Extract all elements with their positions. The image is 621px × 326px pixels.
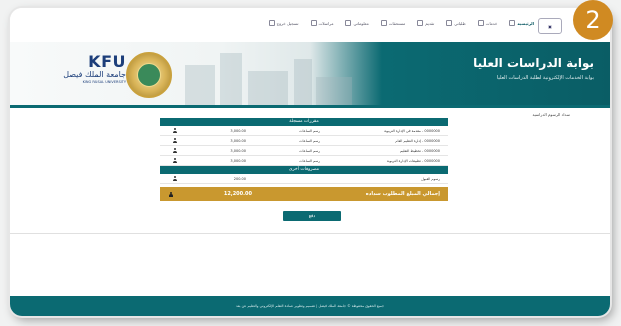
total-amount: 12,200.00: [223, 191, 252, 197]
nav-item-requests[interactable]: طلباتي: [446, 20, 466, 26]
browser-window: ▣ الرئيسية خدمات طلباتي تقديم مستحقات مع…: [10, 8, 610, 316]
logout-icon: [268, 20, 275, 26]
kfu-logo-text: KFU جامعة الملك فيصل KING FAISAL UNIVERS…: [63, 52, 126, 85]
top-nav: ▣ الرئيسية خدمات طلباتي تقديم مستحقات مع…: [10, 8, 610, 43]
person-icon: [173, 128, 178, 133]
total-label: إجمالي المبلغ المطلوب سداده: [365, 191, 440, 197]
breadcrumb[interactable]: سداد الرسوم الدراسية: [533, 112, 571, 117]
step-badge: 2: [573, 0, 613, 40]
user-icon: [345, 20, 352, 26]
list-icon: [446, 20, 453, 26]
total-row: إجمالي المبلغ المطلوب سداده 12,200.00: [160, 187, 448, 201]
nav-item-messages[interactable]: مراسلات: [310, 20, 333, 26]
table-row: 0000000 - مقدمة في الإدارة التربوية رسم …: [160, 126, 448, 136]
mail-icon: [310, 20, 317, 26]
form-icon: [417, 20, 424, 26]
divider: [10, 233, 610, 234]
nav-item-logout[interactable]: تسجيل خروج: [268, 20, 299, 26]
footer: جميع الحقوق محفوظة © جامعة الملك فيصل | …: [10, 296, 610, 316]
person-icon: [173, 176, 178, 181]
table-row: 0000000 - تطبيقات الإدارة التربوية رسم ا…: [160, 156, 448, 166]
money-icon: [380, 20, 387, 26]
table-row: رسوم القبول 200.00: [160, 174, 448, 184]
pay-button[interactable]: دفع: [283, 211, 341, 221]
fees-table: مقررات مسجلة 0000000 - مقدمة في الإدارة …: [160, 118, 448, 201]
nav-item-services[interactable]: خدمات: [477, 20, 497, 26]
kfu-seal-icon: [126, 52, 172, 98]
banner-stripe: [10, 105, 610, 108]
header-banner: KFU جامعة الملك فيصل KING FAISAL UNIVERS…: [10, 42, 610, 105]
home-icon: [509, 20, 516, 26]
grid-icon: [477, 20, 484, 26]
nav-item-home[interactable]: الرئيسية: [509, 20, 534, 26]
nav-item-apply[interactable]: تقديم: [417, 20, 434, 26]
nav-item-dues[interactable]: مستحقات: [380, 20, 405, 26]
portal-subtitle: بوابة الخدمات الإلكترونية لطلبة الدراسات…: [496, 75, 594, 81]
person-icon: [169, 191, 174, 197]
registered-courses-header: مقررات مسجلة: [160, 118, 448, 126]
person-icon: [173, 158, 178, 163]
table-row: 0000000 - إدارة التعليم العام رسم الساعا…: [160, 136, 448, 146]
table-row: 0000000 - تخطيط التعليم رسم الساعات 3,00…: [160, 146, 448, 156]
person-icon: [173, 148, 178, 153]
other-fees-header: مصروفات أخرى: [160, 166, 448, 174]
nav-item-profile[interactable]: معلوماتي: [345, 20, 369, 26]
portal-logo-icon: ▣: [538, 18, 562, 34]
portal-title: بوابة الدراسات العليا: [473, 56, 594, 70]
nav-items: الرئيسية خدمات طلباتي تقديم مستحقات معلو…: [268, 20, 534, 26]
person-icon: [173, 138, 178, 143]
